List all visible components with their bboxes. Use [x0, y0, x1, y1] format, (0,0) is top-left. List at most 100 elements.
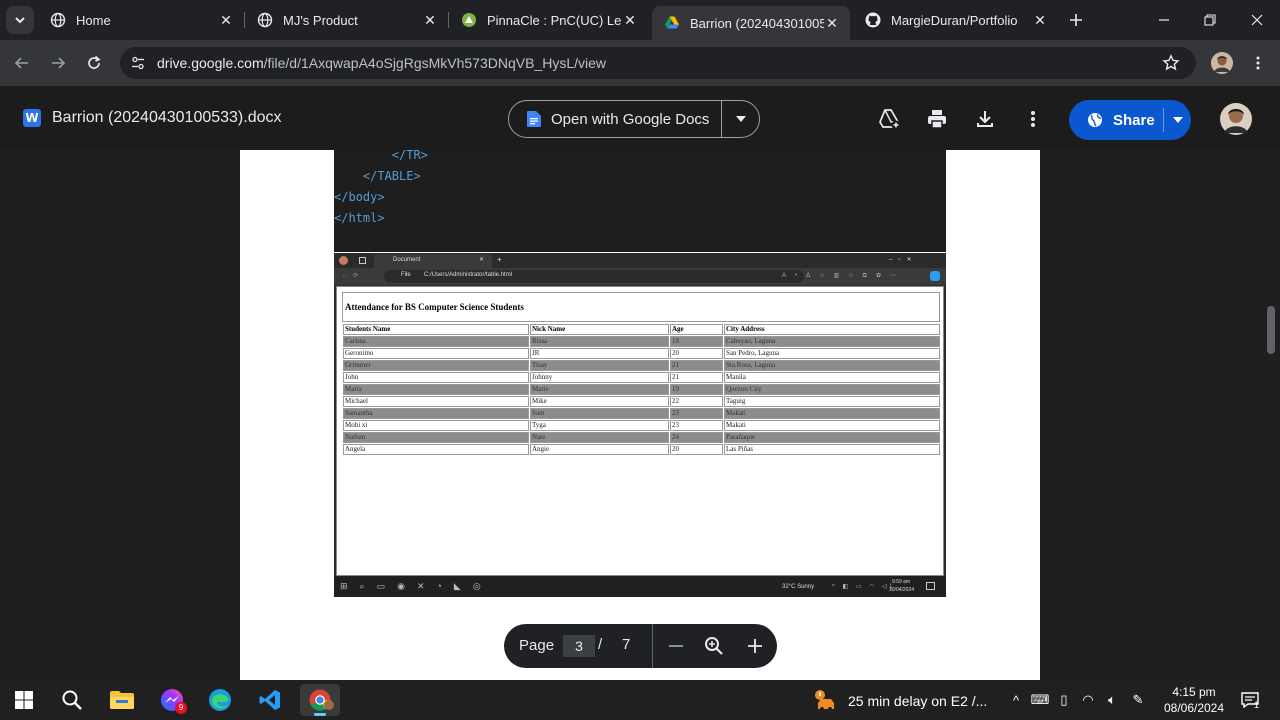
open-with-dropdown-button[interactable]: [722, 101, 760, 137]
table-cell: Makati: [724, 420, 940, 431]
address-bar[interactable]: drive.google.com/file/d/1AxqwapA4oSjgRgs…: [120, 47, 1196, 79]
inner-web-page: Attendance for BS Computer Science Stude…: [336, 286, 944, 576]
table-cell: Angela: [343, 444, 529, 455]
arrow-right-icon: [52, 57, 66, 69]
table-cell: 21: [670, 372, 723, 383]
inner-plus-icon: +: [497, 255, 502, 264]
profile-avatar[interactable]: [1208, 49, 1236, 77]
wifi-icon[interactable]: ◠: [1078, 690, 1098, 710]
chevron-up-icon[interactable]: ^: [1006, 690, 1026, 710]
attendance-caption-box: Attendance for BS Computer Science Stude…: [342, 292, 940, 322]
google-docs-icon: [527, 111, 541, 127]
zoom-out-button[interactable]: [662, 632, 690, 660]
table-cell: 23: [670, 408, 723, 419]
input-method-icon[interactable]: ⌨: [1030, 690, 1050, 710]
news-widget[interactable]: 25 min delay on E2 /...: [814, 690, 987, 712]
browser-tab-barrion-active[interactable]: Barrion (202404301005 ✕: [652, 6, 850, 40]
caret-down-icon: [736, 116, 746, 122]
pen-icon[interactable]: ✎: [1128, 690, 1148, 710]
table-cell: Tisay: [530, 360, 669, 371]
page-label: Page: [519, 637, 555, 654]
globe-icon: [257, 12, 273, 28]
battery-icon[interactable]: ▯: [1054, 690, 1074, 710]
close-icon[interactable]: ✕: [218, 12, 234, 28]
taskbar-messenger[interactable]: 9: [152, 684, 192, 716]
volume-icon[interactable]: 🔈︎: [1102, 690, 1122, 710]
taskbar-vscode[interactable]: [250, 684, 290, 716]
forward-button[interactable]: [44, 49, 72, 77]
zoom-reset-button[interactable]: [700, 632, 728, 660]
attendance-table: Students Name Nick Name Age City Address…: [342, 323, 941, 456]
inner-address-bar: ← ⟳ File C:/Users/Administrator/table.ht…: [334, 268, 946, 285]
table-cell: Carissa: [343, 336, 529, 347]
more-actions-button[interactable]: [1019, 105, 1047, 133]
table-cell: San Pedro, Laguna: [724, 348, 940, 359]
search-button[interactable]: [52, 684, 92, 716]
chrome-menu-button[interactable]: [1244, 49, 1272, 77]
close-icon[interactable]: ✕: [1032, 12, 1048, 28]
new-tab-button[interactable]: [1062, 6, 1090, 34]
table-cell: Makati: [724, 408, 940, 419]
table-cell: Manila: [724, 372, 940, 383]
viewer-scrollbar[interactable]: [1267, 306, 1275, 354]
column-header: Students Name: [343, 324, 529, 335]
page-navigation-bar: Page 3 / 7: [504, 624, 777, 668]
site-settings-icon[interactable]: [130, 55, 146, 76]
open-with-google-docs-button-group: Open with Google Docs: [508, 100, 760, 138]
taskbar-file-explorer[interactable]: [102, 684, 142, 716]
plus-icon: [748, 639, 762, 653]
code-line: </body>: [334, 190, 385, 204]
download-button[interactable]: [971, 105, 999, 133]
taskbar-chrome[interactable]: [300, 684, 340, 716]
table-cell: Geronimo: [343, 348, 529, 359]
avatar: [324, 700, 334, 710]
close-window-button[interactable]: [1243, 6, 1271, 34]
inner-tab-actions-icon: [359, 257, 366, 264]
table-cell: 19: [670, 384, 723, 395]
browser-tab-home[interactable]: Home ✕: [38, 6, 244, 34]
minimize-window-button[interactable]: [1150, 6, 1178, 34]
tab-title: Barrion (202404301005: [690, 15, 824, 31]
tab-search-button[interactable]: [6, 6, 34, 34]
share-dropdown-button[interactable]: [1164, 100, 1191, 140]
table-cell: John: [343, 372, 529, 383]
close-icon[interactable]: ✕: [422, 12, 438, 28]
pager-divider: [652, 624, 653, 668]
column-header: Age: [670, 324, 723, 335]
zoom-in-button[interactable]: [741, 632, 769, 660]
tab-title: MargieDuran/Portfolio: [891, 12, 1018, 28]
notification-center-button[interactable]: 1: [1238, 688, 1262, 712]
inner-window-controls: –▫✕: [889, 257, 918, 263]
restore-window-button[interactable]: [1196, 6, 1224, 34]
inner-url-scheme: File: [401, 272, 411, 278]
print-button[interactable]: [923, 105, 951, 133]
inner-weather: 32°C Sunny: [782, 584, 815, 590]
drive-add-icon: [879, 109, 901, 130]
current-page-input[interactable]: 3: [563, 635, 595, 657]
bookmark-star-icon[interactable]: [1162, 54, 1180, 77]
close-icon: [1251, 14, 1263, 26]
browser-tab-github-portfolio[interactable]: MargieDuran/Portfolio ✕: [853, 6, 1058, 34]
table-row: Angela Angie 20 Las Piñas: [343, 444, 940, 455]
start-button[interactable]: [4, 684, 44, 716]
browser-tab-mjs-product[interactable]: MJ's Product ✕: [245, 6, 448, 34]
account-avatar[interactable]: [1220, 103, 1252, 135]
more-vertical-icon: [1031, 111, 1035, 127]
edge-icon: [209, 689, 231, 711]
table-cell: Parañaque: [724, 432, 940, 443]
add-shortcut-to-drive-button[interactable]: [875, 105, 903, 133]
page-separator: /: [598, 636, 603, 653]
browser-tab-pinnacle[interactable]: PinnaCle : PnC(UC) Learn ✕: [449, 6, 648, 34]
taskbar-edge[interactable]: [200, 684, 240, 716]
close-icon[interactable]: ✕: [824, 15, 840, 31]
google-drive-icon: [664, 15, 680, 31]
system-clock[interactable]: 4:15 pm 08/06/2024: [1160, 684, 1228, 716]
browser-toolbar: drive.google.com/file/d/1AxqwapA4oSjgRgs…: [0, 40, 1280, 86]
close-icon[interactable]: ✕: [622, 12, 638, 28]
back-button[interactable]: [8, 49, 36, 77]
table-cell: 20: [670, 348, 723, 359]
reload-button[interactable]: [80, 49, 108, 77]
open-with-google-docs-button[interactable]: Open with Google Docs: [509, 101, 721, 137]
table-cell: 20: [670, 444, 723, 455]
share-button[interactable]: Share: [1069, 100, 1163, 140]
